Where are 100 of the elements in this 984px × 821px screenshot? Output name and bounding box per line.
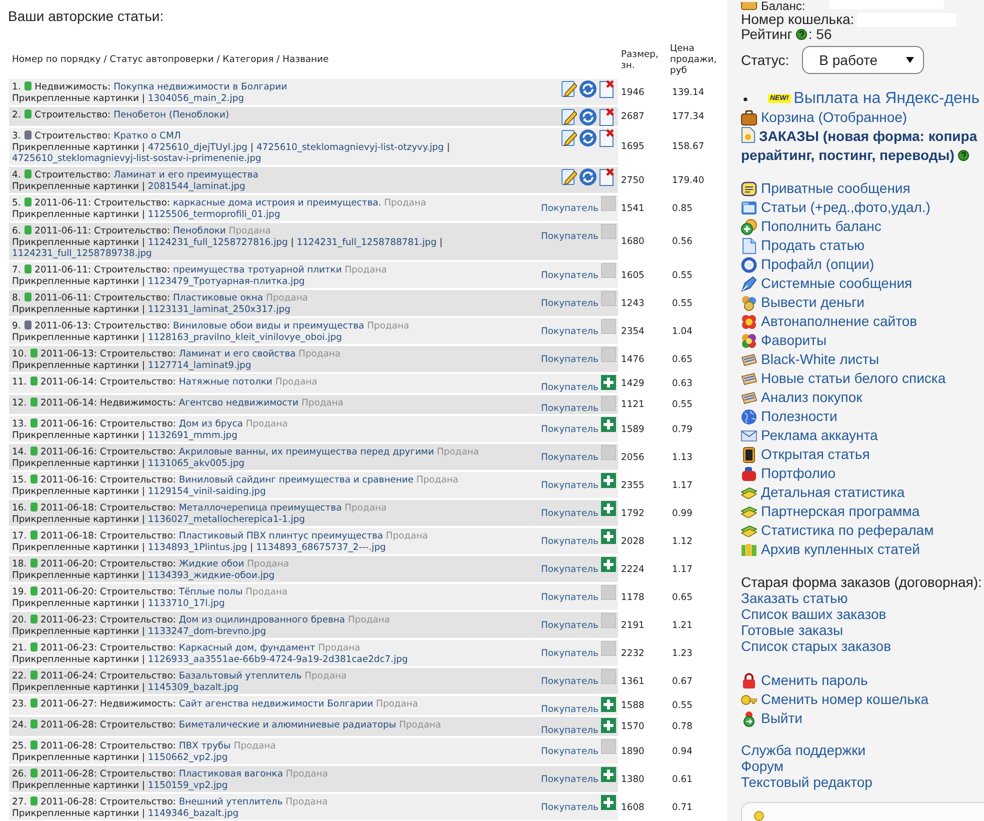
menu-link[interactable]: Автонаполнение сайтов xyxy=(741,313,918,330)
plus-icon[interactable] xyxy=(601,501,616,516)
file-link[interactable]: 1124231_full_1258727816.jpg xyxy=(148,236,288,248)
menu-link[interactable]: Сменить пароль xyxy=(741,672,868,689)
plus-icon[interactable] xyxy=(601,417,616,432)
promo-link[interactable]: Выплата на Яндекс-день xyxy=(794,89,980,108)
article-link[interactable]: Акриловые ванны, их преимущества перед другими xyxy=(178,446,434,458)
file-link[interactable]: 1134393_жидкие-обои.jpg xyxy=(148,570,275,580)
edit-icon[interactable] xyxy=(561,129,578,147)
menu-link[interactable]: Служба поддержки xyxy=(741,742,866,758)
article-link[interactable]: Ламинат и его свойства xyxy=(178,348,296,360)
status-select[interactable]: В работе xyxy=(802,46,924,74)
menu-link[interactable]: Пополнить баланс xyxy=(741,218,882,235)
file-link[interactable]: 1149346_bazalt.jpg xyxy=(148,808,239,818)
menu-link[interactable]: Анализ покупок xyxy=(741,389,862,406)
file-link[interactable]: 1132691_mmm.jpg xyxy=(148,430,238,440)
menu-link[interactable]: Сменить номер кошелька xyxy=(741,691,929,708)
delete-icon[interactable] xyxy=(599,80,616,98)
plus-icon[interactable] xyxy=(601,767,616,782)
file-link[interactable]: 1123479_Тротуарная-плитка.jpg xyxy=(148,276,305,286)
menu-link[interactable]: Заказать статью xyxy=(741,590,848,606)
article-link[interactable]: Агентсво недвижимости xyxy=(178,398,299,408)
edit-icon[interactable] xyxy=(561,168,578,186)
file-link[interactable]: 1131065_akv005.jpg xyxy=(148,458,244,468)
article-link[interactable]: Пенобетон (Пеноблоки) xyxy=(114,110,230,120)
file-link[interactable]: 1123131_laminat_250x317.jpg xyxy=(148,304,290,314)
file-link[interactable]: 1133710_17l.jpg xyxy=(148,598,225,608)
article-link[interactable]: Ламинат и его преимущества xyxy=(114,170,258,180)
article-link[interactable]: преимущества тротуарной плитки xyxy=(173,264,342,276)
swirl-icon[interactable] xyxy=(579,80,598,98)
file-link[interactable]: 1150159_vp2.jpg xyxy=(148,780,228,790)
article-link[interactable]: Базальтовый утеплитель xyxy=(178,670,302,682)
menu-link[interactable]: Готовые заказы xyxy=(741,622,844,638)
plus-icon[interactable] xyxy=(601,375,616,390)
menu-link[interactable]: Статьи (+ред.,фото,удал.) xyxy=(741,199,930,216)
swirl-icon[interactable] xyxy=(579,129,598,147)
delete-icon[interactable] xyxy=(599,168,616,186)
help-icon[interactable] xyxy=(796,29,808,40)
menu-link[interactable]: Приватные сообщения xyxy=(741,180,910,197)
menu-link[interactable]: Полезности xyxy=(741,408,838,425)
menu-link[interactable]: Открытая статья xyxy=(741,446,870,463)
article-link[interactable]: Биметалические и алюминиевые радиаторы xyxy=(178,720,396,730)
menu-link[interactable]: Фавориты xyxy=(741,332,827,349)
article-link[interactable]: каркасные дома истроия и преимущества. xyxy=(173,198,382,208)
article-link[interactable]: Тёплые полы xyxy=(178,586,243,598)
menu-link[interactable]: Список старых заказов xyxy=(741,638,892,654)
article-link[interactable]: Пеноблоки xyxy=(173,226,226,236)
file-link[interactable]: 1124231_full_1258789738.jpg xyxy=(12,248,152,258)
menu-link[interactable]: Вывести деньги xyxy=(741,294,864,311)
file-link[interactable]: 1304056_main_2.jpg xyxy=(148,92,244,104)
delete-icon[interactable] xyxy=(599,108,616,126)
menu-link[interactable]: Детальная статистика xyxy=(741,484,905,501)
menu-link[interactable]: Партнерская программа xyxy=(741,503,920,520)
article-link[interactable]: Каркасный дом, фундамент xyxy=(178,642,316,654)
article-link[interactable]: Виниловые обои виды и преимущества xyxy=(173,320,364,332)
file-link[interactable]: 2081544_laminat.jpg xyxy=(148,180,246,192)
plus-icon[interactable] xyxy=(601,529,616,544)
menu-link[interactable]: Статистика по рефералам xyxy=(741,522,934,539)
article-link[interactable]: Покупка недвижимости в Болгарии xyxy=(114,82,288,92)
file-link[interactable]: 4725610_djejTUyl.jpg xyxy=(148,142,248,152)
article-link[interactable]: Дом из бруса xyxy=(178,418,243,430)
delete-icon[interactable] xyxy=(599,129,616,147)
file-link[interactable]: 1127714_laminat9.jpg xyxy=(148,360,252,370)
article-link[interactable]: Дом из оцилиндрованного бревна xyxy=(178,614,346,626)
edit-icon[interactable] xyxy=(561,108,578,126)
menu-link[interactable]: Текстовый редактор xyxy=(741,774,872,790)
menu-link[interactable]: Архив купленных статей xyxy=(741,541,920,558)
article-link[interactable]: Натяжные потолки xyxy=(178,376,272,388)
article-link[interactable]: Пластиковая вагонка xyxy=(178,768,283,780)
article-link[interactable]: Металлочерепица преимущества xyxy=(178,502,342,514)
plus-icon[interactable] xyxy=(601,718,616,733)
file-link[interactable]: 1126933_aa3551ae-66b9-4724-9a19-2d381cae2dc7.jpg xyxy=(148,654,408,664)
file-link[interactable]: 1129154_vinil-saiding.jpg xyxy=(148,486,266,496)
menu-link[interactable]: Корзина (Отобранное) xyxy=(741,109,908,126)
menu-link[interactable]: Портфолио xyxy=(741,465,836,482)
menu-link[interactable]: Форум xyxy=(741,758,784,774)
file-link[interactable]: 1145309_bazalt.jpg xyxy=(148,682,239,692)
menu-link[interactable]: Продать статью xyxy=(741,237,865,254)
swirl-icon[interactable] xyxy=(579,168,598,186)
orders-link[interactable]: ЗАКАЗЫ (новая форма: копира рерайтинг, постинг, переводы) xyxy=(741,127,978,165)
file-link[interactable]: 1134893_1Plintus.jpg xyxy=(148,542,248,552)
menu-link[interactable]: Реклама аккаунта xyxy=(741,427,878,444)
file-link[interactable]: 4725610_steklomagnievyj-list-sostav-i-primenenie.jpg xyxy=(12,152,262,164)
file-link[interactable]: 1150662_vp2.jpg xyxy=(148,752,228,762)
plus-icon[interactable] xyxy=(601,557,616,572)
file-link[interactable]: 1134893_68675737_2---.jpg xyxy=(256,542,386,552)
article-link[interactable]: Кратко о СМЛ xyxy=(114,130,181,142)
edit-icon[interactable] xyxy=(561,80,578,98)
plus-icon[interactable] xyxy=(601,697,616,712)
file-link[interactable]: 1133247_dom-brevno.jpg xyxy=(148,626,266,636)
article-link[interactable]: Виниловый сайдинг преимущества и сравнение xyxy=(178,474,414,486)
menu-link[interactable]: Black-White листы xyxy=(741,351,880,368)
article-link[interactable]: Пластиковый ПВХ плинтус преимущества xyxy=(178,530,383,542)
menu-link[interactable]: Системные сообщения xyxy=(741,275,912,292)
article-link[interactable]: Пластиковые окна xyxy=(173,292,264,304)
article-link[interactable]: Внешний утеплитель xyxy=(178,796,283,808)
file-link[interactable]: 4725610_steklomagnievyj-list-otzyvy.jpg xyxy=(256,142,444,152)
menu-link[interactable]: Выйти xyxy=(741,710,802,727)
plus-icon[interactable] xyxy=(601,473,616,488)
article-link[interactable]: Сайт агенства недвижимости Болгарии xyxy=(178,698,374,710)
